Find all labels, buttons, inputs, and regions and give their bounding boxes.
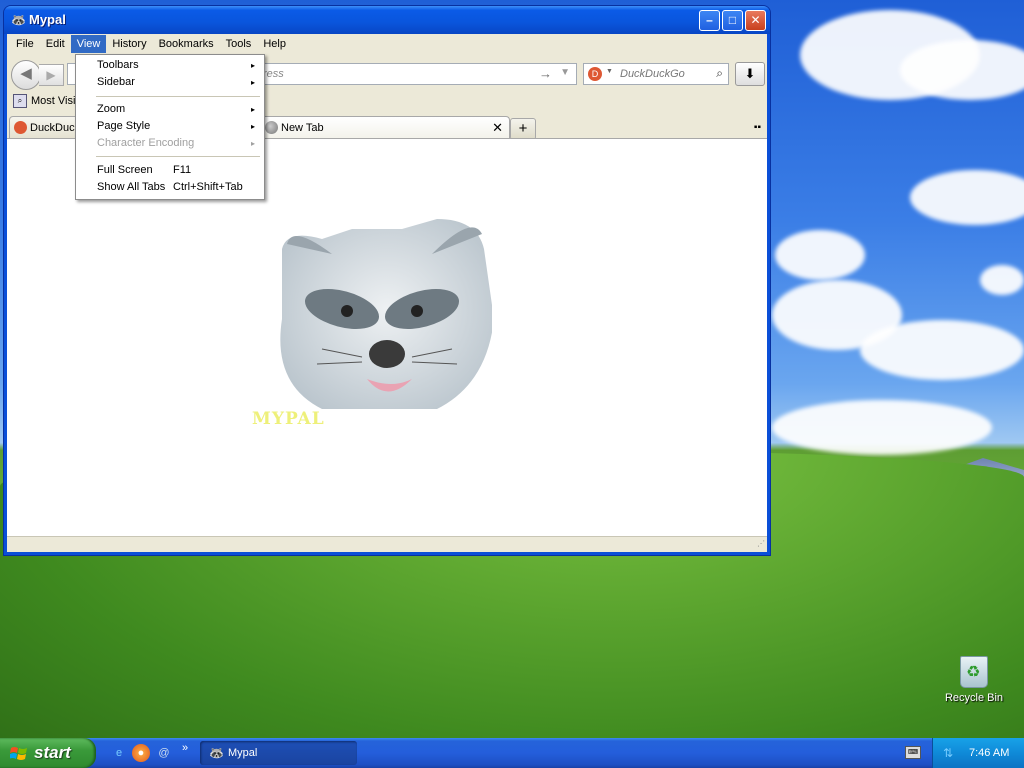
chevron-down-icon[interactable]: ▼ bbox=[606, 68, 613, 75]
menu-item-shortcut: Ctrl+Shift+Tab bbox=[173, 181, 243, 193]
menu-item-show-all-tabs[interactable]: Show All Tabs Ctrl+Shift+Tab bbox=[77, 179, 263, 196]
taskbar-button-label: Mypal bbox=[228, 747, 258, 759]
menu-file[interactable]: File bbox=[10, 35, 40, 53]
forward-arrow-icon: ▶ bbox=[46, 68, 56, 82]
go-arrow-icon[interactable]: → bbox=[539, 66, 552, 81]
mypal-logo: MYPAL bbox=[252, 209, 494, 439]
bookmark-folder-icon: ⌕ bbox=[13, 94, 27, 108]
keyboard-icon[interactable]: ⌨ bbox=[905, 746, 921, 759]
window-title: Mypal bbox=[29, 12, 66, 27]
menu-separator bbox=[96, 156, 260, 157]
menu-item-page-style[interactable]: Page Style ▸ bbox=[77, 118, 263, 135]
cloud bbox=[980, 265, 1024, 295]
menu-item-label: Sidebar bbox=[97, 76, 135, 88]
tab-new-tab[interactable]: New Tab ✕ bbox=[260, 116, 510, 139]
cloud bbox=[860, 320, 1024, 380]
close-icon[interactable]: ✕ bbox=[492, 120, 503, 136]
menu-item-zoom[interactable]: Zoom ▸ bbox=[77, 101, 263, 118]
maximize-button[interactable]: □ bbox=[722, 10, 743, 31]
menu-item-label: Toolbars bbox=[97, 59, 139, 71]
url-dropdown-icon[interactable]: ▼ bbox=[560, 67, 570, 78]
resize-grip-icon[interactable]: ⋰ bbox=[757, 539, 765, 548]
firefox-icon[interactable]: ● bbox=[132, 744, 150, 762]
menu-item-label: Show All Tabs bbox=[97, 181, 166, 193]
taskbar: start e ● @ » 🦝 Mypal ⌨ ⇅ 7:46 AM bbox=[0, 738, 1024, 768]
ie-alt-icon[interactable]: @ bbox=[155, 744, 173, 762]
network-icon[interactable]: ⇅ bbox=[943, 746, 953, 760]
cloud bbox=[775, 230, 865, 280]
menu-help[interactable]: Help bbox=[257, 35, 292, 53]
internet-explorer-icon[interactable]: e bbox=[110, 744, 128, 762]
recycle-bin-label: Recycle Bin bbox=[944, 692, 1004, 704]
recycle-bin-icon bbox=[960, 656, 988, 688]
download-arrow-icon: ⬇ bbox=[744, 66, 756, 81]
windows-flag-icon bbox=[10, 747, 27, 760]
menu-item-label: Zoom bbox=[97, 103, 126, 115]
back-button[interactable]: ◀ bbox=[11, 60, 41, 90]
menu-item-shortcut: F11 bbox=[173, 164, 192, 176]
logo-wordmark: MYPAL bbox=[252, 409, 325, 429]
back-arrow-icon: ◀ bbox=[20, 65, 32, 82]
system-tray: ⇅ 7:46 AM bbox=[932, 738, 1024, 768]
menu-tools[interactable]: Tools bbox=[220, 35, 258, 53]
menu-item-label: Character Encoding bbox=[97, 137, 195, 149]
search-placeholder: DuckDuckGo bbox=[620, 68, 685, 80]
tab-label: New Tab bbox=[281, 122, 324, 134]
raccoon-icon: 🦝 bbox=[209, 746, 224, 760]
download-button[interactable]: ⬇ bbox=[735, 62, 765, 86]
cloud bbox=[910, 170, 1024, 225]
new-tab-button[interactable]: + bbox=[510, 118, 536, 140]
menu-view[interactable]: View bbox=[70, 35, 107, 53]
close-window-button[interactable]: ✕ bbox=[745, 10, 766, 31]
view-menu-popup: Toolbars ▸ Sidebar ▸ Zoom ▸ Page Style ▸… bbox=[75, 54, 265, 200]
duckduckgo-icon[interactable]: D bbox=[588, 67, 602, 81]
submenu-arrow-icon: ▸ bbox=[250, 61, 255, 70]
menu-item-label: Page Style bbox=[97, 120, 151, 132]
menu-bar: File Edit View History Bookmarks Tools H… bbox=[7, 34, 767, 54]
clock[interactable]: 7:46 AM bbox=[969, 747, 1009, 759]
taskbar-button-mypal[interactable]: 🦝 Mypal bbox=[200, 741, 357, 765]
submenu-arrow-icon: ▸ bbox=[250, 78, 255, 87]
cloud bbox=[772, 400, 992, 455]
submenu-arrow-icon: ▸ bbox=[250, 122, 255, 131]
duckduckgo-icon bbox=[14, 121, 27, 134]
plus-icon: + bbox=[518, 120, 528, 137]
title-bar[interactable]: 🦝 Mypal – □ ✕ bbox=[4, 6, 770, 34]
search-bar[interactable]: D ▼ DuckDuckGo ⌕ bbox=[583, 63, 729, 85]
list-all-tabs-icon[interactable]: ▪▪ bbox=[754, 122, 761, 133]
menu-item-full-screen[interactable]: Full Screen F11 bbox=[77, 162, 263, 179]
raccoon-icon: 🦝 bbox=[11, 13, 26, 27]
bookmark-most-visited[interactable]: ⌕ Most Visit bbox=[13, 94, 78, 108]
menu-item-toolbars[interactable]: Toolbars ▸ bbox=[77, 57, 263, 74]
menu-bookmarks[interactable]: Bookmarks bbox=[153, 35, 220, 53]
bookmark-label: Most Visit bbox=[31, 94, 79, 107]
forward-button[interactable]: ▶ bbox=[39, 64, 64, 86]
quicklaunch-more-icon[interactable]: » bbox=[182, 742, 188, 754]
tab-label: DuckDuck bbox=[30, 122, 81, 134]
status-bar: ⋰ bbox=[7, 536, 767, 552]
submenu-arrow-icon: ▸ bbox=[250, 139, 255, 148]
menu-history[interactable]: History bbox=[106, 35, 152, 53]
recycle-bin[interactable]: Recycle Bin bbox=[944, 656, 1004, 704]
start-button[interactable]: start bbox=[0, 738, 96, 768]
minimize-button[interactable]: – bbox=[699, 10, 720, 31]
magnifier-icon[interactable]: ⌕ bbox=[716, 66, 723, 81]
menu-item-label: Full Screen bbox=[97, 164, 153, 176]
submenu-arrow-icon: ▸ bbox=[250, 105, 255, 114]
menu-item-character-encoding: Character Encoding ▸ bbox=[77, 135, 263, 152]
url-placeholder: ress bbox=[263, 68, 284, 80]
start-label: start bbox=[34, 743, 71, 762]
menu-edit[interactable]: Edit bbox=[40, 35, 71, 53]
globe-icon bbox=[265, 121, 278, 134]
menu-separator bbox=[96, 96, 260, 97]
menu-item-sidebar[interactable]: Sidebar ▸ bbox=[77, 74, 263, 91]
raccoon-logo-icon bbox=[280, 219, 494, 422]
